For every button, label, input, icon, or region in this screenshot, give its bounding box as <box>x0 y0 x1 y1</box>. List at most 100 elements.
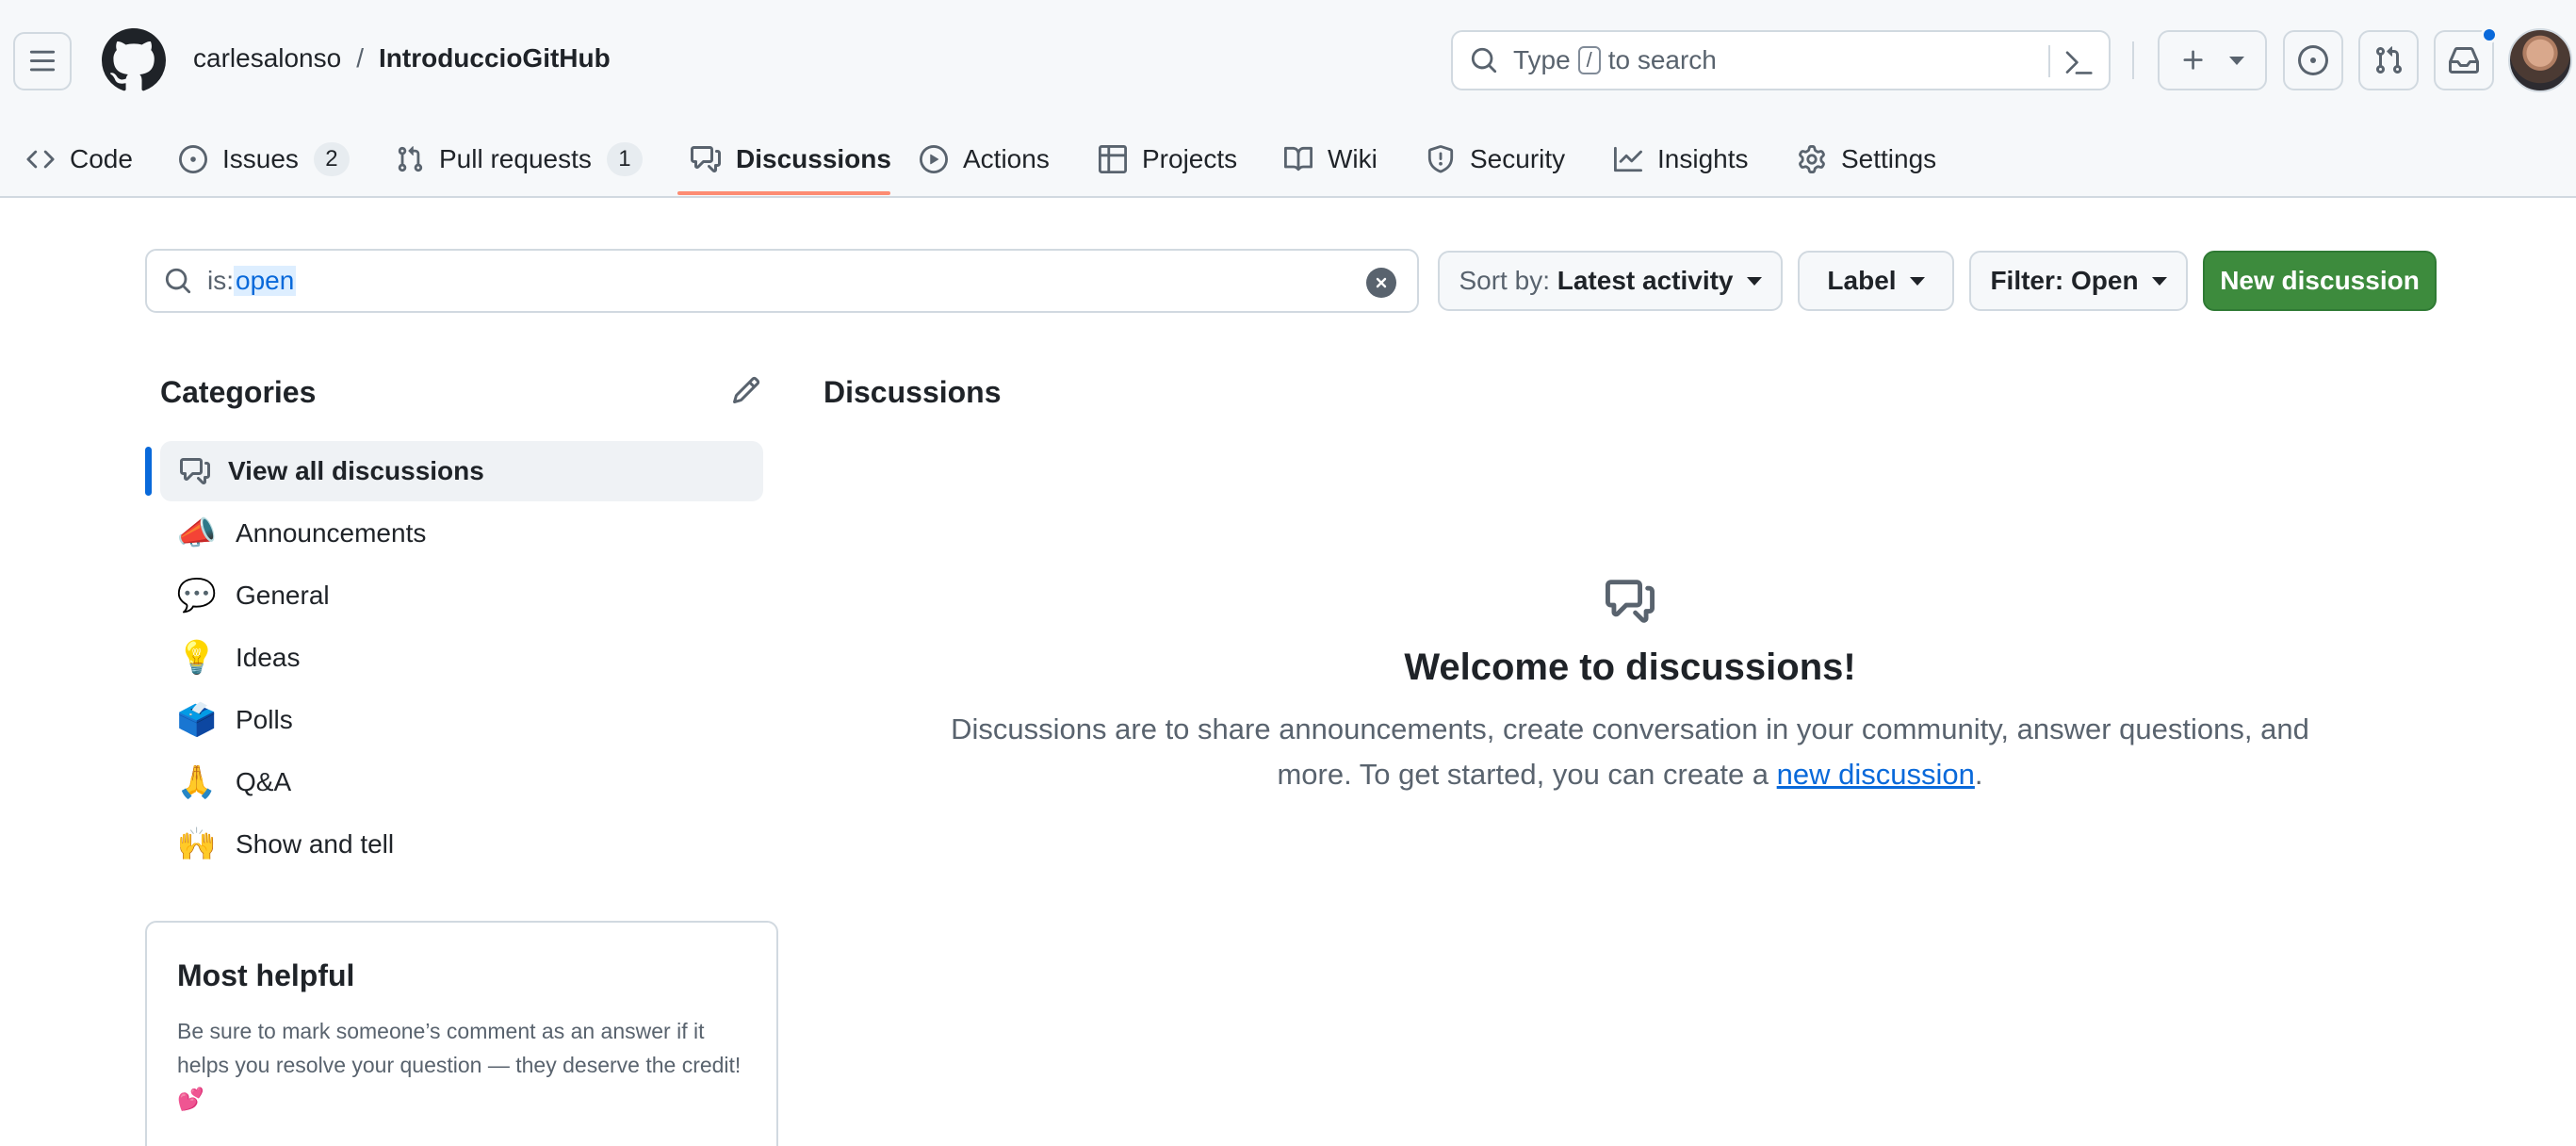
sort-label: Sort by: <box>1459 266 1550 295</box>
empty-state-description: Discussions are to share announcements, … <box>918 707 2342 797</box>
your-issues-button[interactable] <box>2283 30 2343 90</box>
hamburger-icon <box>28 47 57 75</box>
new-discussion-button[interactable]: New discussion <box>2203 251 2437 311</box>
pencil-icon[interactable] <box>731 375 761 405</box>
gear-icon <box>1798 145 1826 173</box>
sort-dropdown-button[interactable]: Sort by: Latest activity <box>1438 251 1783 311</box>
tab-discussions[interactable]: Discussions <box>691 121 891 198</box>
repo-header: carlesalonso / IntroduccioGitHub Type / … <box>0 0 2576 198</box>
two-hearts-icon: 💕 <box>177 1087 204 1111</box>
search-placeholder-prefix: Type <box>1513 45 1571 74</box>
shield-icon <box>1427 145 1455 173</box>
categories-heading: Categories <box>160 375 317 409</box>
label-button-text: Label <box>1827 266 1897 295</box>
active-tab-indicator <box>677 191 890 195</box>
category-view-all[interactable]: View all discussions <box>160 441 763 501</box>
category-polls[interactable]: 🗳️ Polls <box>160 690 763 750</box>
user-avatar[interactable] <box>2508 28 2572 92</box>
tab-label: Security <box>1470 144 1566 173</box>
tab-label: Issues <box>222 144 299 173</box>
your-pull-requests-button[interactable] <box>2358 30 2419 90</box>
pray-icon: 🙏 <box>176 764 218 800</box>
comment-discussion-icon <box>1606 577 1655 626</box>
plus-icon <box>2180 47 2207 74</box>
search-qualifier-value: open <box>234 266 297 296</box>
chevron-down-icon <box>2151 276 2167 286</box>
category-label: General <box>236 581 330 610</box>
repo-tab-nav: Code Issues 2 Pull requests 1 Discussion… <box>0 121 2576 198</box>
comment-discussion-icon <box>691 144 721 174</box>
most-helpful-box: Most helpful Be sure to mark someone’s c… <box>145 921 778 1146</box>
speech-balloon-icon: 💬 <box>176 578 218 614</box>
header-divider <box>2132 41 2134 79</box>
empty-state-text: Discussions are to share announcements, … <box>951 712 2309 791</box>
active-category-indicator <box>145 447 152 496</box>
tab-security[interactable]: Security <box>1427 121 1565 198</box>
filter-dropdown-button[interactable]: Filter: Open <box>1969 251 2188 311</box>
tab-code[interactable]: Code <box>26 121 133 198</box>
light-bulb-icon: 💡 <box>176 640 218 676</box>
tab-wiki[interactable]: Wiki <box>1284 121 1378 198</box>
table-icon <box>1099 145 1127 173</box>
tab-actions[interactable]: Actions <box>920 121 1050 198</box>
clear-search-icon[interactable] <box>1366 268 1396 298</box>
empty-state-title: Welcome to discussions! <box>1404 647 1856 688</box>
breadcrumb-repo[interactable]: IntroduccioGitHub <box>379 43 611 74</box>
megaphone-icon: 📣 <box>176 516 218 551</box>
breadcrumb: carlesalonso / IntroduccioGitHub <box>193 43 611 74</box>
tab-issues[interactable]: Issues 2 <box>179 121 350 198</box>
comment-discussion-icon <box>171 456 219 486</box>
chevron-down-icon <box>1746 276 1762 286</box>
tab-label: Actions <box>963 144 1050 173</box>
tab-label: Wiki <box>1328 144 1378 173</box>
tab-settings[interactable]: Settings <box>1798 121 1936 198</box>
git-pull-request-icon <box>2373 45 2404 75</box>
breadcrumb-separator: / <box>356 43 364 73</box>
issue-opened-icon <box>2298 45 2328 75</box>
chevron-down-icon <box>1909 276 1925 286</box>
most-helpful-heading: Most helpful <box>177 958 355 992</box>
category-label: Announcements <box>236 518 427 548</box>
inbox-icon <box>2449 45 2479 75</box>
play-icon <box>920 145 948 173</box>
discussion-search-input[interactable]: is: open <box>145 249 1419 313</box>
hamburger-menu-button[interactable] <box>13 32 72 90</box>
tab-insights[interactable]: Insights <box>1614 121 1749 198</box>
label-dropdown-button[interactable]: Label <box>1798 251 1954 311</box>
category-label: View all discussions <box>228 456 484 485</box>
category-general[interactable]: 💬 General <box>160 565 763 626</box>
tab-label: Projects <box>1142 144 1238 173</box>
category-label: Show and tell <box>236 829 395 859</box>
tab-label: Insights <box>1657 144 1749 173</box>
issue-opened-icon <box>179 145 207 173</box>
category-label: Q&A <box>236 767 292 796</box>
git-pull-request-icon <box>396 145 424 173</box>
ballot-box-icon: 🗳️ <box>176 702 218 738</box>
issues-count-badge: 2 <box>313 142 350 176</box>
category-label: Ideas <box>236 643 301 672</box>
pull-requests-count-badge: 1 <box>606 142 643 176</box>
terminal-icon[interactable] <box>2063 47 2094 77</box>
category-ideas[interactable]: 💡 Ideas <box>160 628 763 688</box>
tab-label: Discussions <box>736 144 891 173</box>
tab-label: Settings <box>1841 144 1937 173</box>
breadcrumb-owner[interactable]: carlesalonso <box>193 43 341 74</box>
search-qualifier: is: <box>207 266 234 295</box>
search-placeholder-suffix: to search <box>1607 45 1717 74</box>
category-qa[interactable]: 🙏 Q&A <box>160 752 763 812</box>
category-show-and-tell[interactable]: 🙌 Show and tell <box>160 814 763 875</box>
category-announcements[interactable]: 📣 Announcements <box>160 503 763 564</box>
new-discussion-link[interactable]: new discussion <box>1777 758 1975 791</box>
search-divider <box>2048 45 2050 77</box>
global-search-input[interactable]: Type / to search <box>1451 30 2111 90</box>
create-new-button[interactable] <box>2158 30 2267 90</box>
empty-state-period: . <box>1974 758 1983 791</box>
tab-projects[interactable]: Projects <box>1099 121 1237 198</box>
github-mark-icon[interactable] <box>102 28 166 92</box>
most-helpful-text: Be sure to mark someone’s comment as an … <box>177 1014 746 1116</box>
book-icon <box>1284 145 1312 173</box>
category-label: Polls <box>236 705 293 734</box>
filter-button-text: Filter: Open <box>1990 266 2139 295</box>
tab-pull-requests[interactable]: Pull requests 1 <box>396 121 643 198</box>
unread-indicator <box>2481 26 2498 43</box>
